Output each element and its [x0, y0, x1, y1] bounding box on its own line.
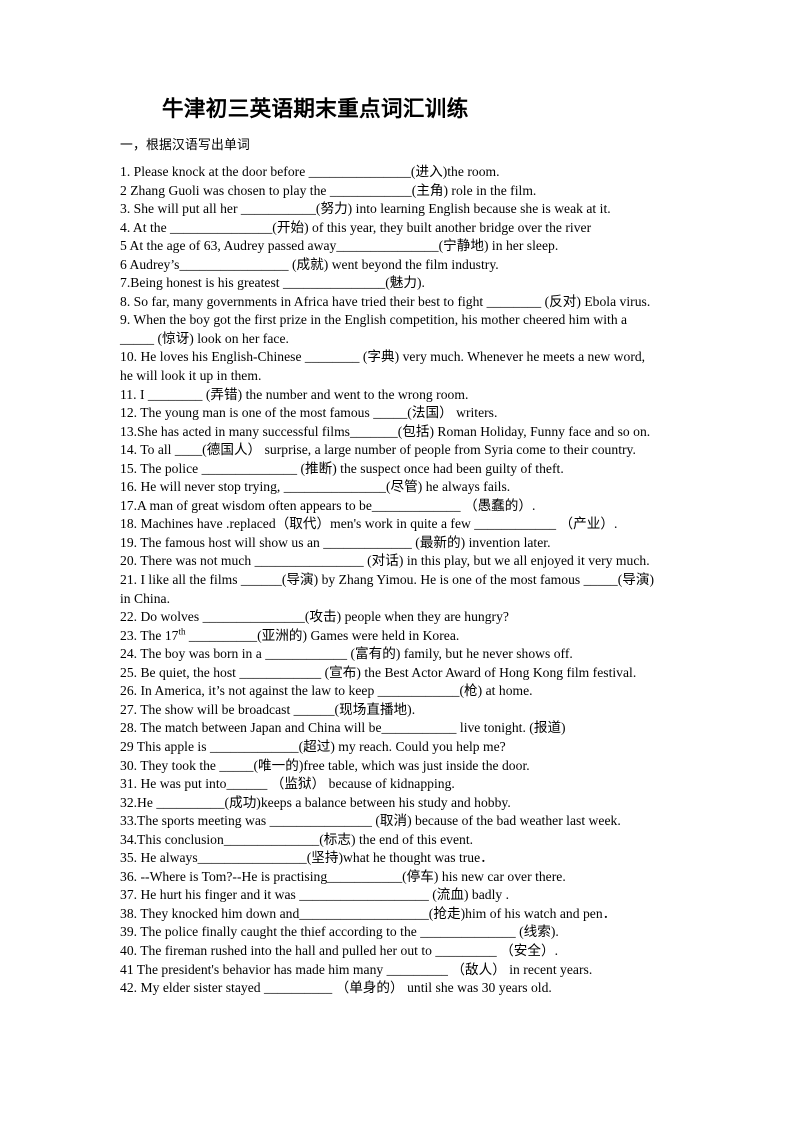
question-line: 7.Being honest is his greatest _________… — [120, 275, 425, 291]
question-line: 6 Audrey’s________________ (成就) went bey… — [120, 256, 499, 272]
question-line: he will look it up in them. — [120, 368, 262, 384]
question-line: 31. He was put into______ （监狱） because o… — [120, 776, 455, 792]
question-line: 39. The police finally caught the thief … — [120, 924, 559, 940]
question-line: 40. The fireman rushed into the hall and… — [120, 942, 559, 958]
question-line: 8. So far, many governments in Africa ha… — [120, 293, 651, 309]
question-line: 30. They took the _____(唯一的)free table, … — [120, 757, 530, 773]
question-line: 21. I like all the films ______(导演) by Z… — [120, 572, 655, 588]
question-line: 10. He loves his English-Chinese _______… — [120, 349, 646, 365]
question-line: 20. There was not much ________________ … — [120, 553, 650, 569]
question-line: 23. The 17th __________(亚洲的) Games were … — [120, 626, 460, 643]
question-line: 15. The police ______________ (推断) the s… — [120, 460, 564, 476]
question-line: 5 At the age of 63, Audrey passed away__… — [120, 238, 559, 254]
question-list: 1. Please knock at the door before _____… — [120, 154, 722, 998]
question-line: 4. At the _______________(开始) of this ye… — [120, 219, 592, 235]
section-heading: 一，根据汉语写出单词 — [120, 138, 250, 153]
question-line: 38. They knocked him down and___________… — [120, 905, 617, 921]
question-line: 36. --Where is Tom?--He is practising___… — [120, 868, 566, 884]
question-line: 32.He __________(成功)keeps a balance betw… — [120, 794, 511, 810]
question-line: 18. Machines have .replaced（取代）men's wor… — [120, 516, 618, 532]
question-line: 12. The young man is one of the most fam… — [120, 405, 498, 421]
question-line: 17.A man of great wisdom often appears t… — [120, 497, 536, 513]
question-line: 16. He will never stop trying, _________… — [120, 479, 511, 495]
question-line: 26. In America, it’s not against the law… — [120, 683, 533, 699]
question-line: 41 The president's behavior has made him… — [120, 961, 593, 977]
question-line: 2 Zhang Guoli was chosen to play the ___… — [120, 182, 537, 198]
question-line: in China. — [120, 590, 171, 606]
question-line: 25. Be quiet, the host ____________ (宣布)… — [120, 664, 637, 680]
question-line: 14. To all ____(德国人） surprise, a large n… — [120, 442, 636, 458]
question-line: 28. The match between Japan and China wi… — [120, 720, 566, 736]
question-line: 1. Please knock at the door before _____… — [120, 164, 500, 179]
page-title: 牛津初三英语期末重点词汇训练 — [162, 97, 469, 121]
question-line: 24. The boy was born in a ____________ (… — [120, 646, 573, 662]
question-line: 9. When the boy got the first prize in t… — [120, 312, 628, 328]
question-line: 42. My elder sister stayed __________ （单… — [120, 980, 552, 996]
question-line: 27. The show will be broadcast ______(现场… — [120, 701, 416, 717]
question-line: 29 This apple is _____________(超过) my re… — [120, 738, 506, 754]
question-line: 35. He always________________(坚持)what he… — [120, 850, 494, 866]
question-line: 3. She will put all her ___________(努力) … — [120, 201, 611, 217]
question-line: 11. I ________ (弄错) the number and went … — [120, 386, 469, 402]
question-line: 19. The famous host will show us an ____… — [120, 534, 551, 550]
question-line: 33.The sports meeting was ______________… — [120, 813, 621, 829]
document-page: 牛津初三英语期末重点词汇训练 一，根据汉语写出单词 1. Please knoc… — [0, 0, 794, 1123]
question-line: _____ (惊讶) look on her face. — [120, 330, 289, 346]
question-line: 34.This conclusion______________(标志) the… — [120, 831, 474, 847]
question-line: 22. Do wolves _______________(攻击) people… — [120, 609, 509, 625]
question-line: 13.She has acted in many successful film… — [120, 423, 651, 439]
question-line: 37. He hurt his finger and it was ______… — [120, 887, 510, 903]
